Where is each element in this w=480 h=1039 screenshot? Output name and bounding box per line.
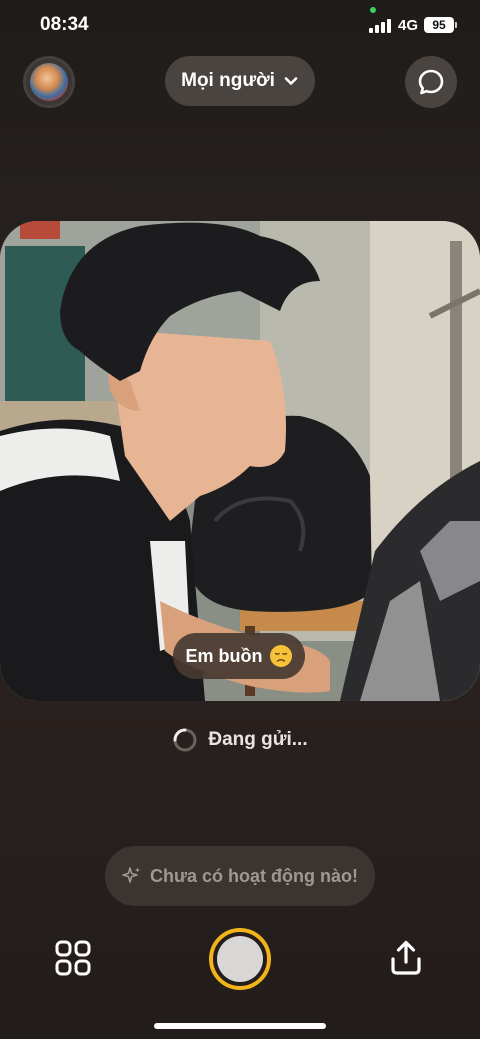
grid-icon — [55, 940, 91, 976]
status-bar: 08:34 4G 95 — [0, 0, 480, 52]
history-grid-button[interactable] — [53, 938, 93, 978]
sending-label: Đang gửi... — [208, 729, 308, 750]
avatar-image — [30, 63, 68, 101]
photo-preview[interactable] — [0, 221, 480, 701]
avatar[interactable] — [23, 56, 75, 108]
chat-bubble-icon — [418, 69, 444, 95]
audience-selector[interactable]: Mọi người — [165, 56, 315, 106]
home-indicator[interactable] — [154, 1023, 326, 1029]
sparkle-icon — [122, 867, 140, 883]
share-icon — [391, 940, 421, 975]
sending-status: Đang gửi... — [0, 725, 480, 755]
activity-label: Chưa có hoạt động nào! — [149, 865, 359, 886]
share-button[interactable] — [386, 938, 426, 978]
chat-button[interactable] — [405, 56, 457, 108]
caption-bubble[interactable]: Em buồn — [173, 633, 305, 679]
caption-text: Em buồn — [185, 645, 263, 666]
shutter-inner — [217, 936, 263, 982]
privacy-indicator-dot — [370, 7, 376, 13]
status-time: 08:34 — [40, 14, 89, 35]
audience-label: Mọi người — [181, 70, 275, 91]
chevron-down-icon — [284, 77, 298, 85]
activity-button[interactable]: Chưa có hoạt động nào! — [105, 846, 375, 906]
sad-face-emoji — [269, 645, 292, 667]
battery-tip — [455, 22, 457, 28]
loading-spinner-icon — [173, 728, 197, 752]
signal-icon — [369, 17, 391, 33]
network-type: 4G — [398, 17, 419, 34]
shutter-button[interactable] — [209, 928, 271, 990]
photo-image — [0, 221, 480, 701]
battery-icon: 95 — [424, 17, 454, 33]
